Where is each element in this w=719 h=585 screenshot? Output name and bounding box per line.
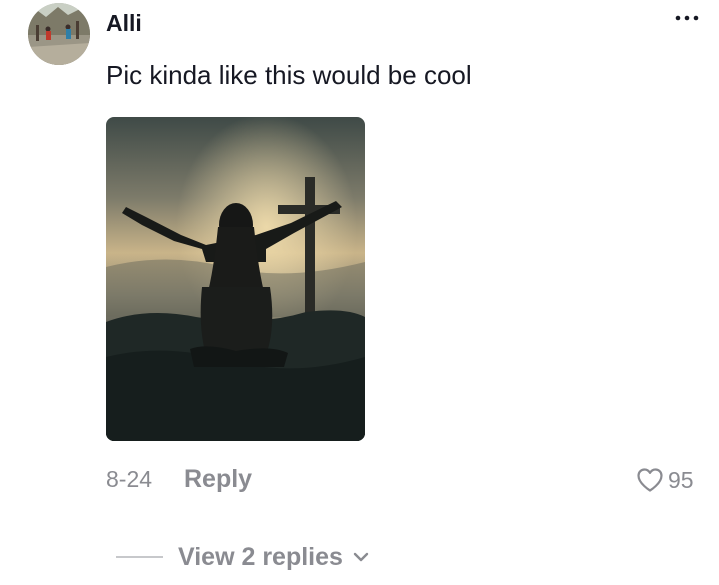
more-horizontal-icon	[675, 15, 699, 21]
photo-image	[106, 117, 365, 441]
like-count: 95	[668, 466, 694, 493]
comment-date: 8-24	[106, 466, 153, 492]
reply-button[interactable]: Reply	[184, 465, 252, 494]
comment-text: Pic kinda like this would be cool	[106, 60, 472, 90]
replies-divider	[116, 556, 163, 558]
comment-username[interactable]: Alli	[106, 10, 142, 37]
avatar[interactable]	[28, 3, 90, 65]
comment-photo[interactable]	[106, 117, 365, 441]
view-replies-label: View 2 replies	[178, 542, 343, 571]
like-button[interactable]: 95	[636, 465, 694, 495]
chevron-down-icon	[353, 552, 369, 562]
heart-outline-icon	[637, 468, 663, 492]
more-options-button[interactable]	[670, 6, 704, 30]
avatar-image	[28, 3, 90, 65]
view-replies-button[interactable]: View 2 replies	[116, 541, 369, 573]
